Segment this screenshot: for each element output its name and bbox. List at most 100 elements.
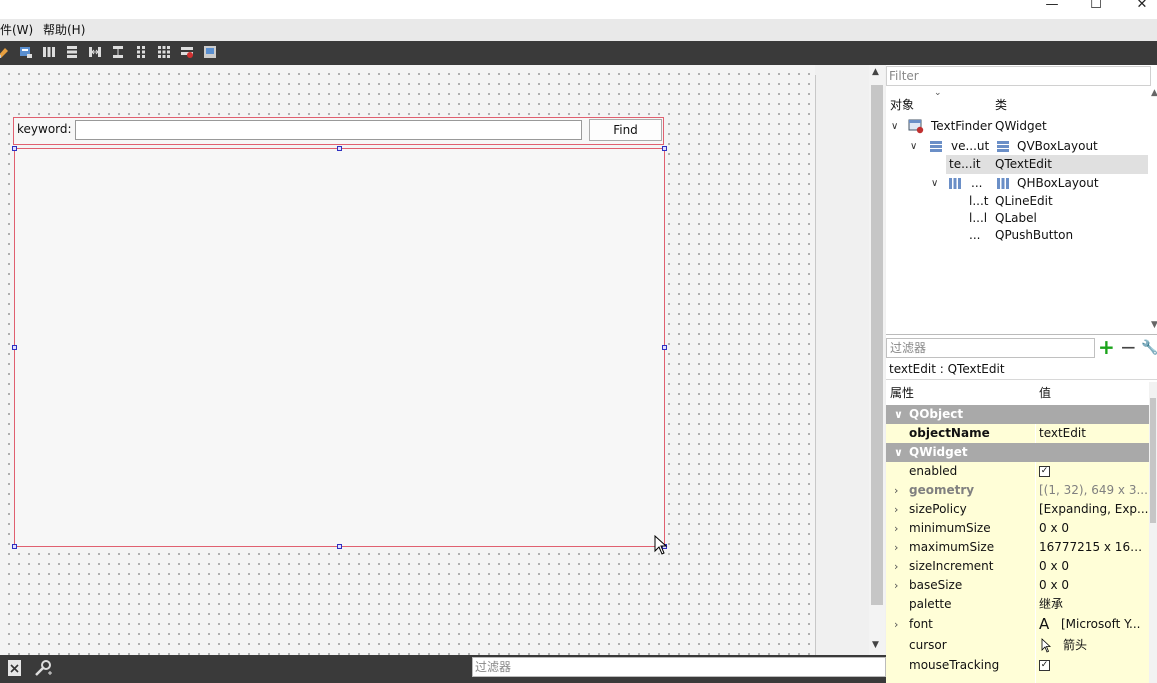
keyword-label[interactable]: keyword: (17, 122, 72, 136)
resize-handle-left[interactable] (12, 345, 17, 350)
font-icon: A (1039, 615, 1050, 633)
tree-class-name: QWidget (995, 119, 1047, 133)
tree-row-vboxlayout[interactable]: ∨ ve...ut QVBoxLayout (886, 137, 1148, 156)
expand-chevron-icon[interactable]: ∨ (910, 137, 917, 156)
scroll-up-icon[interactable]: ▲ (872, 67, 879, 77)
font-value[interactable]: [Microsoft Y... (1061, 614, 1151, 635)
tree-row-hboxlayout[interactable]: ∨ ... QHBoxLayout (886, 174, 1148, 193)
expand-chevron-icon[interactable]: › (894, 576, 898, 595)
expand-chevron-icon[interactable]: › (894, 481, 898, 500)
tree-row-textfinder[interactable]: ∨ TextFinder QWidget (886, 117, 1148, 136)
text-edit-widget[interactable] (14, 148, 665, 547)
widget-icon (908, 119, 924, 134)
tree-class-name: QTextEdit (995, 157, 1052, 171)
mouse-cursor-icon (654, 535, 668, 555)
property-scrollbar-thumb[interactable] (1150, 398, 1156, 523)
resize-handle-top-right[interactable] (662, 146, 667, 151)
collapse-chevron-icon[interactable]: ∨ (894, 405, 903, 424)
resize-handle-top[interactable] (337, 146, 342, 151)
bottom-filter-input[interactable]: 过滤器 (472, 657, 886, 677)
resize-handle-bottom[interactable] (337, 544, 342, 549)
adjust-size-icon[interactable] (203, 45, 217, 59)
close-button[interactable]: ✕ (1127, 0, 1157, 19)
expand-chevron-icon[interactable]: › (894, 519, 898, 538)
layout-grid-icon[interactable] (157, 45, 171, 59)
canvas-scrollbar-thumb[interactable] (871, 85, 883, 605)
find-button[interactable]: Find (589, 119, 662, 141)
minimize-icon: — (1045, 0, 1059, 12)
arrow-cursor-icon (1041, 638, 1051, 653)
prop-maximumsize[interactable]: › maximumSize 16777215 x 167... (886, 538, 1149, 557)
expand-chevron-icon[interactable]: › (894, 614, 898, 635)
tree-object-name: TextFinder (931, 119, 993, 133)
close-icon: ✕ (1136, 0, 1148, 12)
prop-basesize[interactable]: › baseSize 0 x 0 (886, 576, 1149, 595)
scroll-down-icon[interactable]: ▼ (872, 640, 879, 650)
prop-cursor[interactable]: cursor 箭头 (886, 635, 1149, 656)
edit-tab-order-icon[interactable] (0, 45, 10, 59)
expand-chevron-icon[interactable]: ∨ (931, 174, 938, 193)
group-qobject[interactable]: ∨ QObject (886, 405, 1149, 424)
tree-object-name: te...it (949, 157, 981, 171)
menu-window[interactable]: 件(W) (0, 19, 33, 41)
tree-scroll-down-icon[interactable]: ▼ (1151, 320, 1157, 330)
tree-object-name: ve...ut (951, 139, 990, 153)
property-filter-input[interactable]: 过滤器 (886, 338, 1095, 358)
expand-chevron-icon[interactable]: ∨ (891, 117, 898, 136)
layout-v-splitter-icon[interactable] (111, 45, 125, 59)
column-property-header[interactable]: 属性 (890, 382, 914, 404)
tree-row-pushbutton[interactable]: ... QPushButton (886, 226, 1148, 245)
resize-handle-top-left[interactable] (12, 146, 17, 151)
tree-object-name: ... (971, 176, 983, 190)
group-qwidget[interactable]: ∨ QWidget (886, 443, 1149, 462)
prop-objectname[interactable]: objectName textEdit (886, 424, 1149, 443)
layout-vertical-icon[interactable] (65, 45, 79, 59)
prop-palette[interactable]: palette 继承 (886, 595, 1149, 614)
minimize-button[interactable]: — (1037, 0, 1067, 19)
column-object-header[interactable]: 对象 (890, 96, 914, 113)
expand-chevron-icon[interactable]: › (894, 538, 898, 557)
prop-geometry[interactable]: › geometry [(1, 32), 649 x 3... (886, 481, 1149, 500)
canvas-divider (815, 75, 816, 655)
break-layout-icon[interactable] (180, 45, 194, 59)
panel-divider (886, 334, 1157, 335)
column-class-header[interactable]: 类 (995, 96, 1007, 113)
vbox-layout-class-icon (997, 141, 1009, 152)
collapse-chevron-icon[interactable]: ∨ (894, 443, 903, 462)
cursor-value[interactable]: 箭头 (1063, 635, 1087, 656)
expand-chevron-icon[interactable]: › (894, 557, 898, 576)
prop-sizepolicy[interactable]: › sizePolicy [Expanding, Exp... (886, 500, 1149, 519)
tree-row-textedit-selected[interactable]: te...it QTextEdit (946, 155, 1148, 174)
tree-scroll-up-icon[interactable]: ▲ (1151, 88, 1157, 98)
wrench-icon[interactable] (33, 659, 55, 677)
expand-chevron-icon[interactable]: › (894, 500, 898, 519)
prop-minimumsize[interactable]: › minimumSize 0 x 0 (886, 519, 1149, 538)
close-doc-icon[interactable] (7, 659, 23, 677)
layout-form-icon[interactable] (134, 45, 148, 59)
layout-h-splitter-icon[interactable] (88, 45, 102, 59)
prop-next-partial[interactable] (886, 675, 1149, 683)
resize-handle-bottom-left[interactable] (12, 544, 17, 549)
layout-horizontal-icon[interactable] (42, 45, 56, 59)
prop-enabled[interactable]: enabled ✓ (886, 462, 1149, 481)
enabled-checkbox[interactable]: ✓ (1039, 466, 1050, 477)
title-bar: — ☐ ✕ (0, 0, 1157, 19)
edit-buddies-icon[interactable] (19, 45, 33, 59)
column-value-header[interactable]: 值 (1039, 382, 1051, 404)
mousetracking-checkbox[interactable]: ✓ (1039, 660, 1050, 671)
prop-font[interactable]: › font A [Microsoft Y... (886, 614, 1149, 635)
remove-property-icon[interactable]: − (1120, 337, 1137, 358)
prop-sizeincrement[interactable]: › sizeIncrement 0 x 0 (886, 557, 1149, 576)
object-filter-input[interactable]: Filter (886, 66, 1151, 86)
current-object-label: textEdit : QTextEdit (886, 360, 1157, 380)
prop-mousetracking[interactable]: mouseTracking ✓ (886, 656, 1149, 675)
menu-help[interactable]: 帮助(H) (43, 19, 85, 41)
add-property-icon[interactable]: + (1098, 337, 1115, 358)
keyword-line-edit[interactable] (75, 120, 582, 140)
maximize-button[interactable]: ☐ (1081, 0, 1111, 19)
tree-class-name: QHBoxLayout (1017, 176, 1099, 190)
configure-wrench-icon[interactable]: 🔧 (1141, 339, 1157, 357)
tree-object-name: ... (969, 228, 981, 242)
resize-handle-right[interactable] (662, 345, 667, 350)
property-header: 属性 值 (886, 382, 1151, 404)
